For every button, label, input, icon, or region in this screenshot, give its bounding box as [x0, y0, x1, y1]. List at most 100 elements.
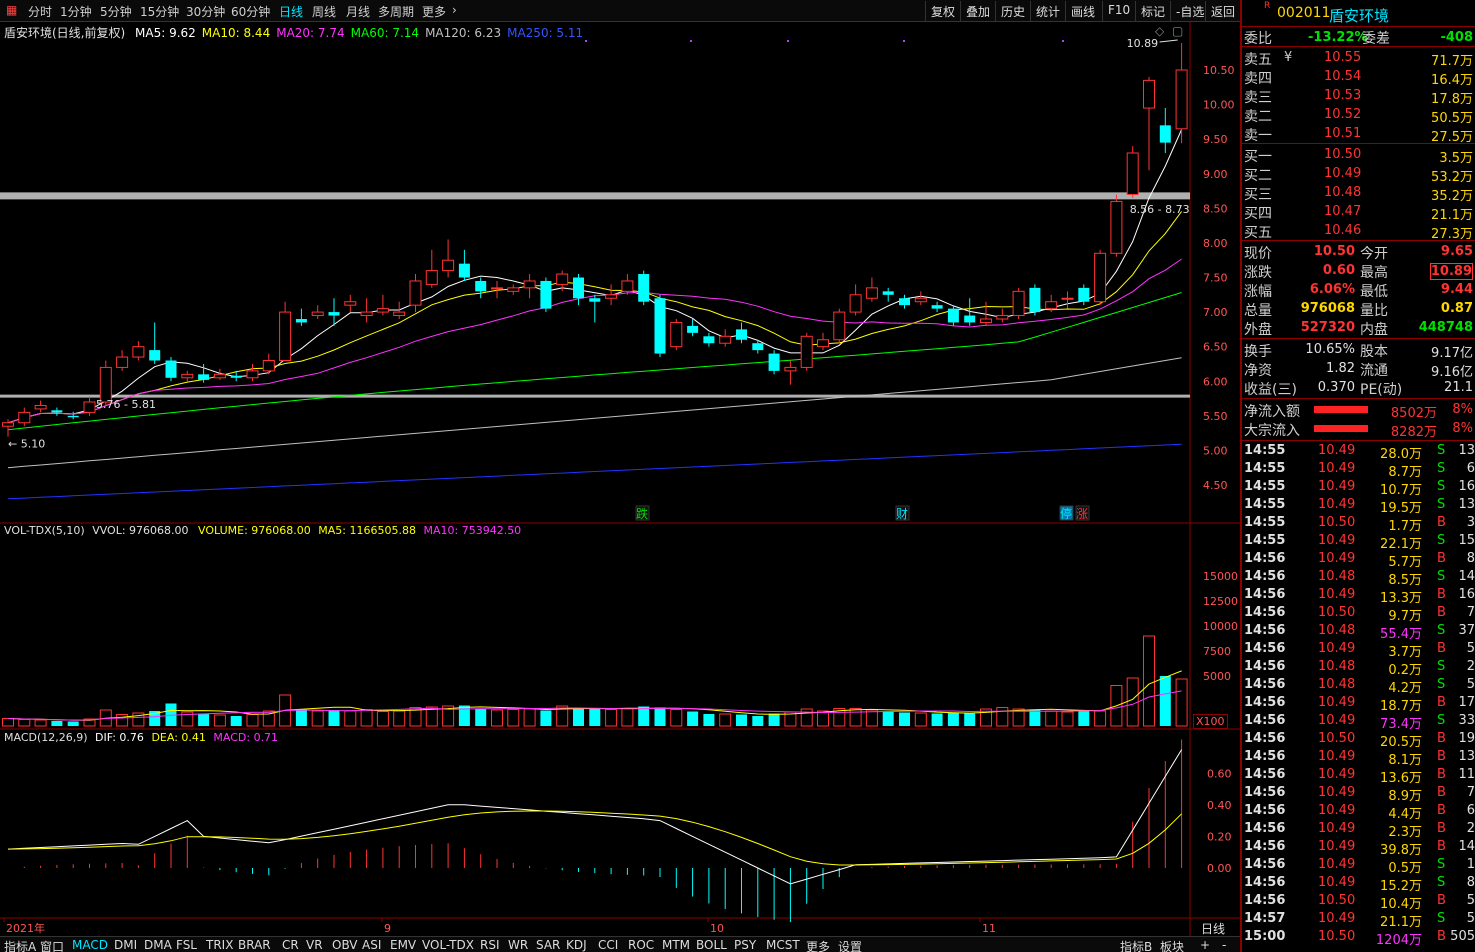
candle[interactable]: [149, 322, 161, 364]
candle[interactable]: [18, 407, 31, 427]
candle[interactable]: [784, 360, 797, 385]
candle[interactable]: [1126, 146, 1139, 198]
candle[interactable]: [475, 277, 487, 299]
toolbar-button-1[interactable]: 叠加: [960, 1, 995, 21]
candle[interactable]: [165, 357, 177, 382]
candle[interactable]: [833, 308, 846, 344]
candle[interactable]: [295, 308, 307, 326]
indicator-tab-10[interactable]: OBV: [332, 938, 358, 952]
toolbar-button-8[interactable]: 返回: [1205, 1, 1240, 21]
candle[interactable]: [899, 294, 910, 309]
candle[interactable]: [621, 274, 634, 295]
candle[interactable]: [914, 291, 927, 306]
candle[interactable]: [1110, 194, 1123, 257]
toolbar-button-4[interactable]: 画线: [1065, 1, 1100, 21]
candle[interactable]: [246, 363, 259, 382]
candle[interactable]: [344, 294, 357, 313]
kline-chart[interactable]: 10.89 8.56 - 8.73 5.76 - 5.81 ← 5.10 跌 财 停涨 10…: [0, 22, 1240, 936]
indicator-tab-7[interactable]: BRAR: [238, 938, 271, 952]
candle[interactable]: [1143, 76, 1155, 171]
indicator-tab-20[interactable]: MTM: [662, 938, 690, 952]
bid-price-4[interactable]: 10.46: [1324, 223, 1361, 238]
candle[interactable]: [1012, 287, 1025, 319]
candle[interactable]: [262, 353, 275, 375]
bid-price-1[interactable]: 10.49: [1324, 166, 1361, 181]
period-tab-1[interactable]: 1分钟: [60, 3, 92, 20]
candle[interactable]: [719, 329, 732, 347]
diamond-icon[interactable]: ◇: [1155, 24, 1164, 38]
indicator-tab-23[interactable]: MCST: [766, 938, 800, 952]
candle[interactable]: [1061, 291, 1074, 309]
candle[interactable]: [800, 332, 813, 371]
event-tag-1[interactable]: 财: [895, 505, 910, 521]
event-tag-0[interactable]: 跌: [635, 505, 650, 521]
candle[interactable]: [865, 277, 878, 302]
candle[interactable]: [654, 294, 666, 358]
candle[interactable]: [670, 319, 683, 351]
indicator-tab-6[interactable]: TRIX: [206, 938, 233, 952]
candle[interactable]: [132, 341, 145, 361]
candle[interactable]: [1094, 249, 1107, 306]
bid-price-0[interactable]: 10.50: [1324, 147, 1361, 162]
indicator-tab-21[interactable]: BOLL: [696, 938, 727, 952]
bottom-right-0[interactable]: 指标B: [1120, 938, 1152, 952]
candle[interactable]: [703, 332, 715, 347]
candle[interactable]: [279, 301, 292, 362]
candle[interactable]: [409, 274, 422, 313]
candle[interactable]: [1029, 284, 1041, 316]
candle[interactable]: [947, 305, 959, 326]
indicator-tab-0[interactable]: 指标A: [4, 938, 36, 952]
indicator-tab-8[interactable]: CR: [282, 938, 299, 952]
period-tab-8[interactable]: 月线: [346, 3, 370, 20]
period-tab-6[interactable]: 日线: [279, 3, 303, 20]
indicator-tab-16[interactable]: SAR: [536, 938, 560, 952]
candle[interactable]: [849, 284, 862, 316]
candle[interactable]: [1175, 43, 1188, 144]
candle[interactable]: [507, 284, 520, 295]
date-mode-label[interactable]: 日线: [1201, 920, 1225, 937]
candle[interactable]: [540, 277, 552, 313]
period-tab-10[interactable]: 更多: [422, 3, 446, 20]
toolbar-button-0[interactable]: 复权: [925, 1, 960, 21]
period-tab-9[interactable]: 多周期: [378, 3, 414, 20]
event-tag-2[interactable]: 停: [1059, 505, 1074, 521]
candle[interactable]: [605, 284, 618, 306]
candle[interactable]: [116, 350, 129, 371]
toolbar-button-5[interactable]: F10: [1102, 1, 1135, 21]
bid-price-2[interactable]: 10.48: [1324, 185, 1361, 200]
toolbar-button-7[interactable]: -自选: [1170, 1, 1209, 21]
candle[interactable]: [736, 322, 747, 344]
indicator-tab-1[interactable]: 窗口: [40, 938, 64, 952]
indicator-tab-4[interactable]: DMA: [144, 938, 172, 952]
toolbar-button-3[interactable]: 统计: [1030, 1, 1065, 21]
candle[interactable]: [817, 332, 829, 351]
indicator-tab-5[interactable]: FSL: [176, 938, 197, 952]
indicator-tab-15[interactable]: WR: [508, 938, 528, 952]
candle[interactable]: [768, 350, 780, 375]
period-tab-5[interactable]: 60分钟: [231, 3, 270, 20]
indicator-tab-19[interactable]: ROC: [628, 938, 654, 952]
candle[interactable]: [376, 294, 389, 316]
indicator-tab-17[interactable]: KDJ: [566, 938, 587, 952]
ask-price-1[interactable]: 10.54: [1324, 69, 1361, 84]
toolbar-button-6[interactable]: 标记: [1135, 1, 1170, 21]
candle[interactable]: [425, 249, 438, 288]
restore-window-icon[interactable]: ▢: [1172, 24, 1183, 38]
indicator-tab-3[interactable]: DMI: [114, 938, 137, 952]
bottom-right-2[interactable]: +: [1200, 938, 1210, 952]
candle[interactable]: [523, 274, 536, 299]
indicator-tab-11[interactable]: ASI: [362, 938, 381, 952]
period-tab-4[interactable]: 30分钟: [186, 3, 225, 20]
ask-price-0[interactable]: 10.55: [1324, 50, 1361, 65]
candle[interactable]: [638, 270, 650, 306]
candle[interactable]: [931, 301, 943, 313]
period-tab-0[interactable]: 分时: [28, 3, 52, 20]
indicator-tab-2[interactable]: MACD: [72, 938, 108, 952]
candle[interactable]: [589, 294, 601, 323]
menu-grid-icon[interactable]: ▦: [6, 3, 17, 17]
candle[interactable]: [181, 370, 194, 382]
more-chevron-icon[interactable]: ›: [452, 3, 457, 17]
candle[interactable]: [442, 239, 455, 278]
candle[interactable]: [573, 274, 584, 306]
bottom-right-1[interactable]: 板块: [1160, 938, 1184, 952]
